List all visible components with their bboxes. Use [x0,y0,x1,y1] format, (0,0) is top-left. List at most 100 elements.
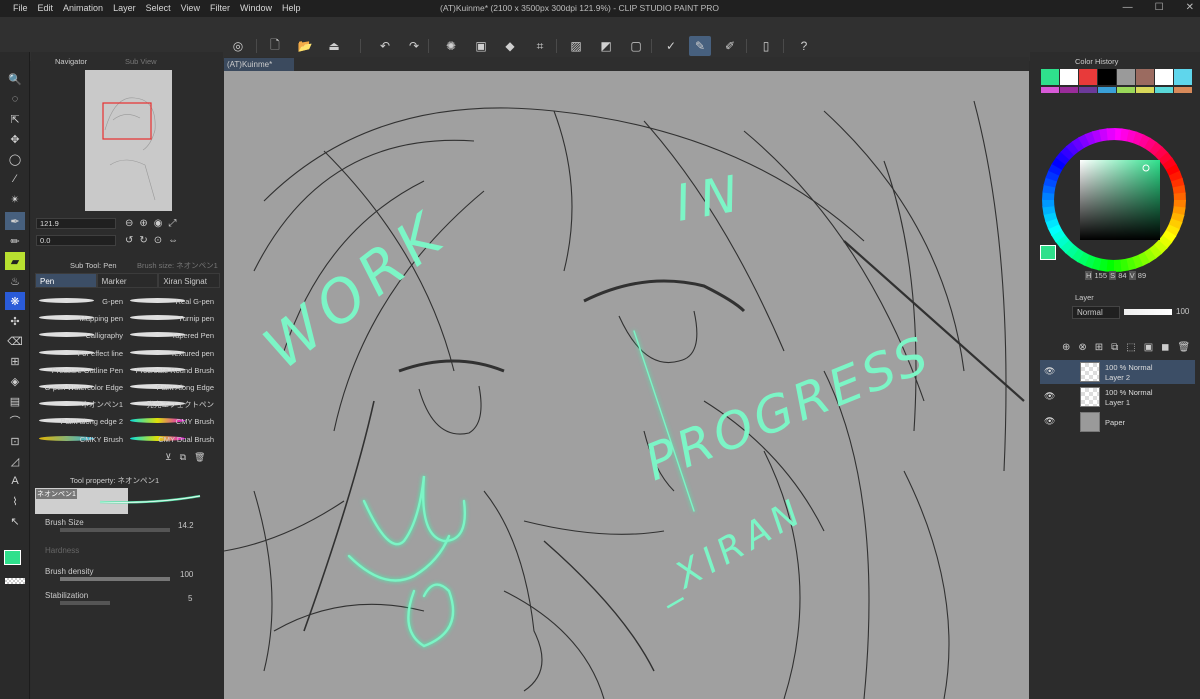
fill-bucket-icon[interactable]: ◈ [5,372,25,390]
eye-icon[interactable]: 👁 [1044,392,1055,401]
canvas-tab[interactable]: (AT)Kuinme* [224,58,294,71]
eraser-icon[interactable]: ⌫ [5,332,25,350]
frame-border-icon[interactable]: ⊡ [5,432,25,450]
color-swatch[interactable] [1079,69,1097,85]
text-icon[interactable]: A [5,472,25,490]
transform-icon[interactable]: ⌗ [529,36,551,56]
lasso-icon[interactable]: ◯ [5,150,25,168]
color-swatch[interactable] [1117,69,1135,85]
brush-item[interactable]: 発光エフェクトペン [126,396,217,413]
zoom-icon[interactable]: 🔍 [5,70,25,88]
layer-opacity-value[interactable]: 100 [1176,307,1189,316]
brush-item[interactable]: Textured pen [126,345,217,362]
snap-grid-icon[interactable]: ✐ [719,36,741,56]
operation-icon[interactable]: ⇱ [5,110,25,128]
eyedropper-icon[interactable]: ⁄ [5,170,25,188]
stabilization-value[interactable]: 5 [188,594,192,603]
color-swatch-small[interactable] [1117,87,1135,93]
brush-item[interactable]: Procreate Round Brush [126,362,217,379]
ruler-icon[interactable]: ◿ [5,452,25,470]
snap-ruler-icon[interactable]: ✓ [660,36,682,56]
rotate-controls[interactable]: ↺↻⊙⇔ [125,235,184,246]
color-swatch-small[interactable] [1155,87,1173,93]
frame-icon[interactable]: ⊞ [5,352,25,370]
open-folder-icon[interactable]: 📂 [294,36,316,56]
brush-item[interactable]: Calligraphy [35,327,126,344]
color-swatch[interactable] [1041,69,1059,85]
eye-icon[interactable]: 👁 [1044,367,1055,376]
brush-item[interactable]: For effect line [35,345,126,362]
clip-studio-icon[interactable]: ◎ [227,36,249,56]
menu-layer[interactable]: Layer [108,2,141,15]
subtool-group-xiran[interactable]: Xiran Signat [158,273,221,288]
menu-window[interactable]: Window [235,2,277,15]
select-area-icon[interactable]: ◌ [5,90,25,108]
layer-row[interactable]: 👁 100 % Normal Layer 2 [1040,360,1195,384]
sub-view-tab[interactable]: Sub View [125,55,157,69]
color-swatch-small[interactable] [1136,87,1154,93]
gradient-icon[interactable]: ▤ [5,392,25,410]
color-wheel[interactable] [1038,120,1188,285]
snap-special-ruler-icon[interactable]: ✎ [689,36,711,56]
brush-item[interactable]: Real G-pen [126,293,217,310]
airbrush-icon[interactable]: ♨ [5,272,25,290]
navigator-tab[interactable]: Navigator [55,55,87,69]
menu-help[interactable]: Help [277,2,306,15]
brush-size-slider[interactable] [60,528,170,532]
menu-edit[interactable]: Edit [33,2,59,15]
layer-opacity-slider[interactable] [1124,309,1172,315]
correct-line-icon[interactable]: ↖ [5,512,25,530]
navigator-preview[interactable] [85,70,172,211]
brush-icon[interactable]: ▰ [5,252,25,270]
menu-file[interactable]: File [8,2,33,15]
redo-icon[interactable]: ↷ [403,36,425,56]
loading-icon[interactable]: ✺ [440,36,462,56]
color-swatch-small[interactable] [1079,87,1097,93]
layer-row[interactable]: 👁 100 % Normal Layer 1 [1040,385,1195,409]
fill-icon[interactable]: ◆ [499,36,521,56]
undo-icon[interactable]: ↶ [374,36,396,56]
eye-icon[interactable]: 👁 [1044,417,1055,426]
subtool-tab[interactable]: Sub Tool: Pen [70,259,117,273]
subtool-group-pen[interactable]: Pen [35,273,97,288]
deselect-icon[interactable]: ▨ [565,36,587,56]
transparent-color-swatch[interactable] [5,578,25,584]
color-swatch-small[interactable] [1041,87,1059,93]
canvas[interactable]: WORK IN PROGRESS _XIRAN [224,71,1029,699]
new-file-icon[interactable]: 🗋 [264,36,286,56]
pen-icon[interactable]: ✒ [5,212,25,230]
maximize-button[interactable]: ☐ [1155,0,1164,16]
figure-icon[interactable]: ⌒ [5,412,25,430]
menu-view[interactable]: View [176,2,205,15]
brush-density-value[interactable]: 100 [180,570,193,579]
blend-icon[interactable]: ✣ [5,312,25,330]
brush-size-value[interactable]: 14.2 [178,521,194,530]
brush-item[interactable]: Turnip pen [126,310,217,327]
brush-item[interactable]: Paint along edge 2 [35,413,126,430]
brush-size-tab[interactable]: Brush size: ネオンペン1 [137,259,220,273]
pencil-icon[interactable]: ✏ [5,232,25,250]
zoom-field[interactable]: 121.9 [36,218,116,229]
balloon-icon[interactable]: ⌇ [5,492,25,510]
brush-item[interactable]: Pressure Outline Pen [35,362,126,379]
color-swatch[interactable] [1098,69,1116,85]
angle-field[interactable]: 0.0 [36,235,116,246]
smartphone-icon[interactable]: ▯ [755,36,777,56]
move-icon[interactable]: ✥ [5,130,25,148]
brush-item[interactable]: Tapered Pen [126,327,217,344]
brush-item[interactable]: ネオンペン1 [35,396,126,413]
brush-item[interactable]: G-pen [35,293,126,310]
help-icon[interactable]: ? [793,36,815,56]
minimize-button[interactable]: — [1123,0,1133,16]
menu-filter[interactable]: Filter [205,2,235,15]
brush-item[interactable]: CMY Brush [126,413,217,430]
brush-item[interactable]: Paint Along Edge [126,379,217,396]
color-swatch[interactable] [1155,69,1173,85]
color-swatch-small[interactable] [1098,87,1116,93]
blend-mode-select[interactable]: Normal [1072,306,1120,319]
layer-actions[interactable]: ⊕⊗⊞⧉⬚▣◼🗑 [1062,342,1198,353]
layer-tab[interactable]: Layer [1075,291,1094,305]
subtool-actions[interactable]: ⊻⧉🗑 [165,452,213,463]
layer-row[interactable]: 👁 Paper [1040,410,1195,434]
zoom-controls[interactable]: ⊖⊕◉⤢ [125,218,182,229]
